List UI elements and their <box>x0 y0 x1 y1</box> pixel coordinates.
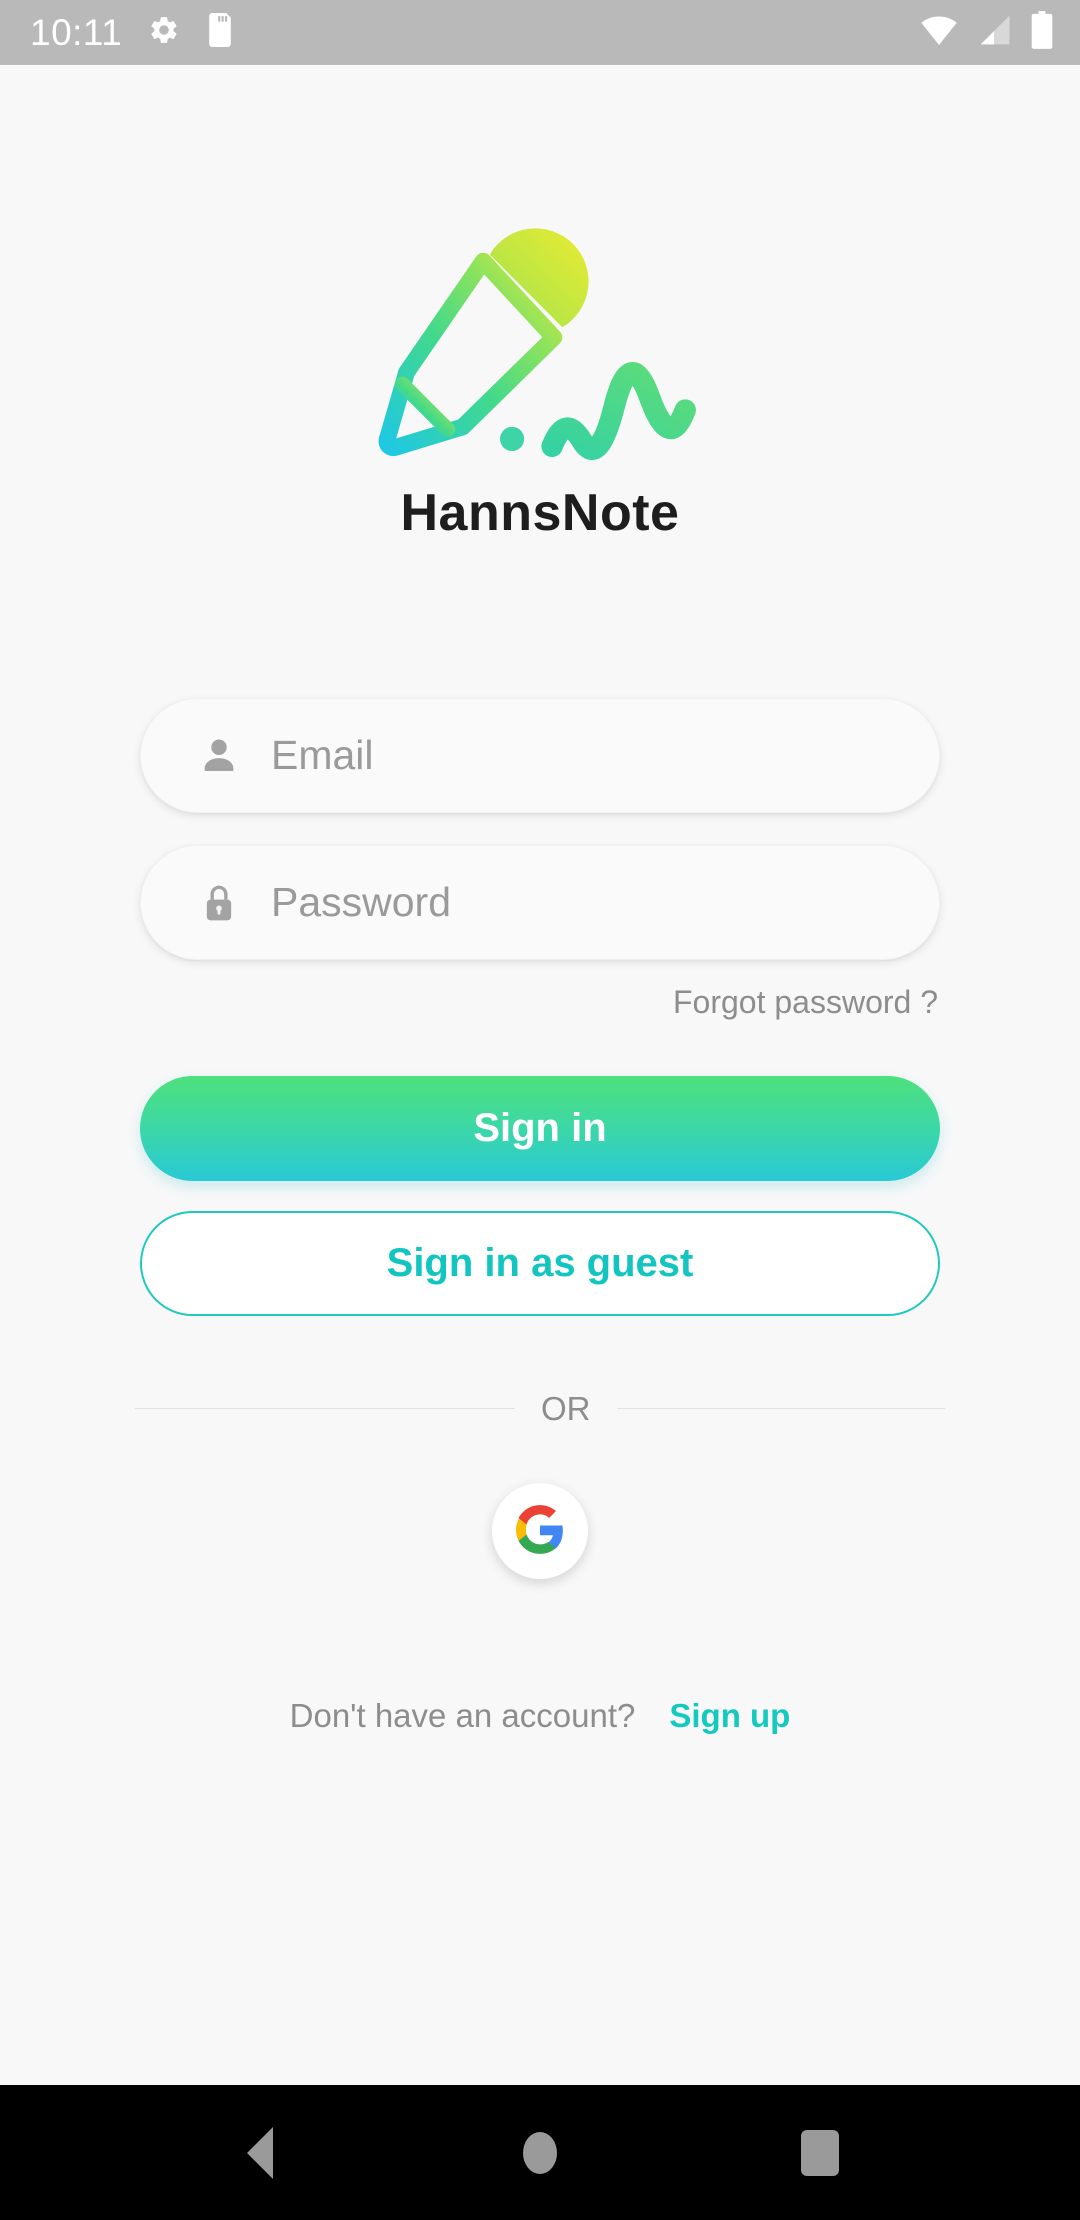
or-divider: OR <box>135 1392 945 1425</box>
status-bar-clock: 10:11 <box>30 12 123 53</box>
signup-prompt: Don't have an account? <box>289 1697 636 1734</box>
pencil-writing-logo <box>340 195 740 465</box>
sd-card-icon <box>206 13 234 52</box>
home-button[interactable] <box>480 2085 600 2220</box>
home-circle-icon <box>523 2131 557 2174</box>
back-button[interactable] <box>200 2085 320 2220</box>
back-triangle-icon <box>247 2126 273 2179</box>
wifi-icon <box>920 13 958 52</box>
recents-button[interactable] <box>760 2085 880 2220</box>
lock-icon <box>197 880 241 926</box>
status-bar: 10:11 <box>0 0 1080 65</box>
divider-rule-left <box>135 1408 515 1409</box>
email-field[interactable] <box>140 698 940 813</box>
recents-square-icon <box>801 2129 839 2176</box>
divider-label: OR <box>541 1390 591 1427</box>
forgot-password-row: Forgot password ? <box>140 984 940 1021</box>
status-bar-right <box>920 11 1054 54</box>
sign-up-link[interactable]: Sign up <box>669 1697 790 1735</box>
login-form: Forgot password ? Sign in Sign in as gue… <box>140 698 940 1316</box>
cellular-signal-icon <box>976 13 1012 52</box>
app-title: HannsNote <box>400 484 680 542</box>
signup-row: Don't have an account? Sign up <box>290 1697 791 1735</box>
sign-in-button[interactable]: Sign in <box>140 1076 940 1181</box>
social-login-row <box>492 1483 588 1579</box>
google-g-icon <box>514 1504 566 1559</box>
settings-gear-icon <box>148 14 180 51</box>
person-icon <box>197 733 241 779</box>
google-sign-in-button[interactable] <box>492 1483 588 1579</box>
email-input[interactable] <box>241 699 939 812</box>
battery-icon <box>1030 11 1054 54</box>
android-navigation-bar <box>0 2085 1080 2220</box>
password-input[interactable] <box>241 846 939 959</box>
sign-in-as-guest-button[interactable]: Sign in as guest <box>140 1211 940 1316</box>
login-screen-content: HannsNote Email Forgot password ? Sign i… <box>0 65 1080 2085</box>
phone-screen: 10:11 HannsNote Email Forgot password ? … <box>0 0 1080 2220</box>
status-bar-left: 10:11 <box>30 13 234 52</box>
password-field[interactable] <box>140 845 940 960</box>
forgot-password-link[interactable]: Forgot password ? <box>673 984 938 1021</box>
divider-rule-right <box>616 1408 945 1409</box>
